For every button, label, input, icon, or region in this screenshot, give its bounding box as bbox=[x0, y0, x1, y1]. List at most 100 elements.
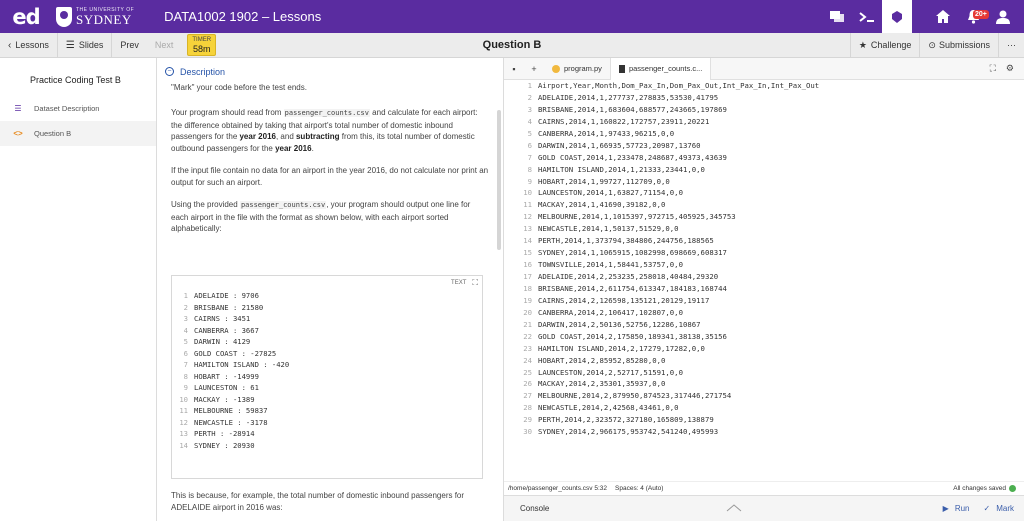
fullscreen-icon[interactable]: ⛶ bbox=[990, 63, 996, 74]
output-line: 7 HAMILTON ISLAND : -420 bbox=[172, 359, 482, 371]
tab-passenger-counts[interactable]: passenger_counts.c... bbox=[609, 57, 712, 80]
prev-button[interactable]: Prev bbox=[112, 33, 147, 58]
description-header[interactable]: – Description bbox=[157, 58, 503, 85]
output-line: 4 CANBERRA : 3667 bbox=[172, 325, 482, 337]
line-number: 27 bbox=[523, 391, 532, 401]
line-number: 13 bbox=[179, 429, 188, 438]
output-line-text: GOLD COAST : -27825 bbox=[194, 348, 277, 358]
chat-icon[interactable] bbox=[822, 0, 852, 33]
code-line[interactable]: 21 DARWIN,2014,2,50136,52756,12286,10867 bbox=[504, 319, 1024, 331]
code-line[interactable]: 24 HOBART,2014,2,85952,85280,0,0 bbox=[504, 355, 1024, 367]
code-line[interactable]: 26 MACKAY,2014,2,35301,35937,0,0 bbox=[504, 378, 1024, 390]
code-line[interactable]: 13 NEWCASTLE,2014,1,50137,51529,0,0 bbox=[504, 223, 1024, 235]
more-options-button[interactable]: ··· bbox=[998, 32, 1024, 58]
code-line-text: PERTH,2014,1,373794,384806,244756,188565 bbox=[538, 236, 714, 246]
line-number: 10 bbox=[179, 394, 188, 404]
code-line[interactable]: 15 SYDNEY,2014,1,1065915,1082998,698669,6… bbox=[504, 247, 1024, 259]
code-line-text: NEWCASTLE,2014,2,42568,43461,0,0 bbox=[538, 403, 679, 413]
line-number: 28 bbox=[523, 403, 532, 413]
code-line[interactable]: 27 MELBOURNE,2014,2,879950,874523,317446,… bbox=[504, 390, 1024, 402]
description-cut-line: "Mark" your code before the test ends. bbox=[171, 83, 307, 92]
line-number: 12 bbox=[523, 212, 532, 222]
code-line[interactable]: 28 NEWCASTLE,2014,2,42568,43461,0,0 bbox=[504, 402, 1024, 414]
lessons-icon[interactable] bbox=[882, 0, 912, 33]
code-line[interactable]: 7 GOLD COAST,2014,1,233478,248687,49373,4… bbox=[504, 152, 1024, 164]
submissions-button[interactable]: ⊙ Submissions bbox=[919, 32, 998, 58]
tab-label: passenger_counts.c... bbox=[628, 64, 703, 73]
terminal-icon[interactable] bbox=[852, 0, 882, 33]
code-line[interactable]: 18 BRISBANE,2014,2,611754,613347,184183,1… bbox=[504, 283, 1024, 295]
run-button[interactable]: ▶ Run bbox=[943, 504, 984, 513]
line-number: 17 bbox=[523, 272, 532, 281]
code-line[interactable]: 4 CAIRNS,2014,1,160822,172757,23911,20221 bbox=[504, 116, 1024, 128]
tab-label: program.py bbox=[564, 64, 602, 73]
ed-logo[interactable]: ed bbox=[0, 5, 52, 29]
gear-icon[interactable]: ⚙ bbox=[1006, 63, 1014, 74]
code-line-text: LAUNCESTON,2014,1,63827,71154,0,0 bbox=[538, 188, 683, 198]
output-line: 2 BRISBANE : 21580 bbox=[172, 302, 482, 314]
code-line[interactable]: 19 CAIRNS,2014,2,126598,135121,20129,1911… bbox=[504, 295, 1024, 307]
user-icon[interactable] bbox=[988, 0, 1018, 33]
code-line[interactable]: 16 TOWNSVILLE,2014,1,58441,53757,0,0 bbox=[504, 259, 1024, 271]
expand-icon[interactable]: ⛶ bbox=[472, 278, 478, 288]
code-line[interactable]: 20 CANBERRA,2014,2,106417,102807,0,0 bbox=[504, 307, 1024, 319]
code-line-text: Airport,Year,Month,Dom_Pax_In,Dom_Pax_Ou… bbox=[538, 81, 820, 90]
code-line[interactable]: 22 GOLD COAST,2014,2,175850,189341,38138,… bbox=[504, 331, 1024, 343]
lessons-back-button[interactable]: ‹ Lessons bbox=[0, 32, 58, 58]
code-line-text: HOBART,2014,2,85952,85280,0,0 bbox=[538, 355, 666, 365]
sidebar-item-question-b[interactable]: <> Question B bbox=[0, 121, 156, 146]
code-line[interactable]: 10 LAUNCESTON,2014,1,63827,71154,0,0 bbox=[504, 187, 1024, 199]
line-number: 15 bbox=[523, 248, 532, 258]
line-number: 1 bbox=[527, 81, 532, 90]
code-line[interactable]: 12 MELBOURNE,2014,1,1015397,972715,405925… bbox=[504, 211, 1024, 223]
line-number: 11 bbox=[179, 406, 188, 415]
code-line[interactable]: 25 LAUNCESTON,2014,2,52717,51591,0,0 bbox=[504, 367, 1024, 379]
code-area[interactable]: 1 Airport,Year,Month,Dom_Pax_In,Dom_Pax_O… bbox=[504, 80, 1024, 481]
tab-program-py[interactable]: program.py bbox=[544, 58, 610, 80]
line-number: 9 bbox=[527, 176, 532, 186]
university-brand[interactable]: THE UNIVERSITY OF SYDNEY bbox=[56, 6, 134, 27]
description-scrollbar[interactable] bbox=[497, 110, 501, 250]
line-number: 18 bbox=[523, 283, 532, 293]
check-icon: ✓ bbox=[983, 504, 991, 513]
folder-icon[interactable]: ▪ bbox=[504, 64, 524, 74]
mark-button[interactable]: ✓ Mark bbox=[984, 504, 1024, 513]
code-line[interactable]: 1 Airport,Year,Month,Dom_Pax_In,Dom_Pax_O… bbox=[504, 80, 1024, 92]
code-line[interactable]: 3 BRISBANE,2014,1,683604,688577,243665,19… bbox=[504, 104, 1024, 116]
console-toggle[interactable]: Console bbox=[504, 504, 549, 513]
chevron-up-icon[interactable] bbox=[726, 504, 742, 512]
code-line[interactable]: 14 PERTH,2014,1,373794,384806,244756,1885… bbox=[504, 235, 1024, 247]
code-line[interactable]: 30 SYDNEY,2014,2,966175,953742,541240,495… bbox=[504, 426, 1024, 438]
notifications-icon[interactable]: 20+ bbox=[958, 0, 989, 33]
line-number: 4 bbox=[527, 116, 532, 126]
description-paragraph-4: This is because, for example, the total … bbox=[171, 491, 465, 512]
challenge-button[interactable]: ★ Challenge bbox=[849, 32, 920, 58]
next-button[interactable]: Next bbox=[147, 33, 182, 58]
code-line-text: GOLD COAST,2014,1,233478,248687,49373,43… bbox=[538, 152, 727, 162]
description-paragraph-1: Your program should read from passenger_… bbox=[171, 108, 478, 153]
code-line-text: SYDNEY,2014,2,966175,953742,541240,49599… bbox=[538, 427, 719, 437]
line-number: 5 bbox=[183, 337, 188, 346]
saved-status: All changes saved bbox=[953, 485, 1006, 492]
status-spaces[interactable]: Spaces: 4 (Auto) bbox=[615, 485, 663, 492]
code-line[interactable]: 29 PERTH,2014,2,323572,327180,165809,1388… bbox=[504, 414, 1024, 426]
home-icon[interactable] bbox=[928, 0, 958, 33]
line-number: 2 bbox=[527, 92, 532, 102]
code-line[interactable]: 5 CANBERRA,2014,1,97433,96215,0,0 bbox=[504, 128, 1024, 140]
code-line[interactable]: 23 HAMILTON ISLAND,2014,2,17279,17282,0,0 bbox=[504, 343, 1024, 355]
code-line[interactable]: 9 HOBART,2014,1,99727,112709,0,0 bbox=[504, 176, 1024, 188]
line-number: 5 bbox=[527, 128, 532, 138]
line-number: 23 bbox=[523, 343, 532, 353]
sidebar-item-dataset-description[interactable]: ☰ Dataset Description bbox=[0, 96, 156, 121]
description-header-label: Description bbox=[180, 66, 226, 77]
chevron-left-icon: ‹ bbox=[8, 39, 12, 51]
slides-button[interactable]: ☰ Slides bbox=[58, 32, 113, 58]
code-line[interactable]: 11 MACKAY,2014,1,41690,39182,0,0 bbox=[504, 199, 1024, 211]
code-line[interactable]: 2 ADELAIDE,2014,1,277737,278835,53530,417… bbox=[504, 92, 1024, 104]
slides-label: Slides bbox=[78, 40, 104, 50]
code-line[interactable]: 8 HAMILTON ISLAND,2014,1,21333,23441,0,0 bbox=[504, 164, 1024, 176]
line-number: 29 bbox=[523, 415, 532, 425]
add-file-icon[interactable]: + bbox=[524, 64, 544, 74]
code-line[interactable]: 17 ADELAIDE,2014,2,253235,258018,40484,29… bbox=[504, 271, 1024, 283]
code-line[interactable]: 6 DARWIN,2014,1,66935,57723,20987,13760 bbox=[504, 140, 1024, 152]
